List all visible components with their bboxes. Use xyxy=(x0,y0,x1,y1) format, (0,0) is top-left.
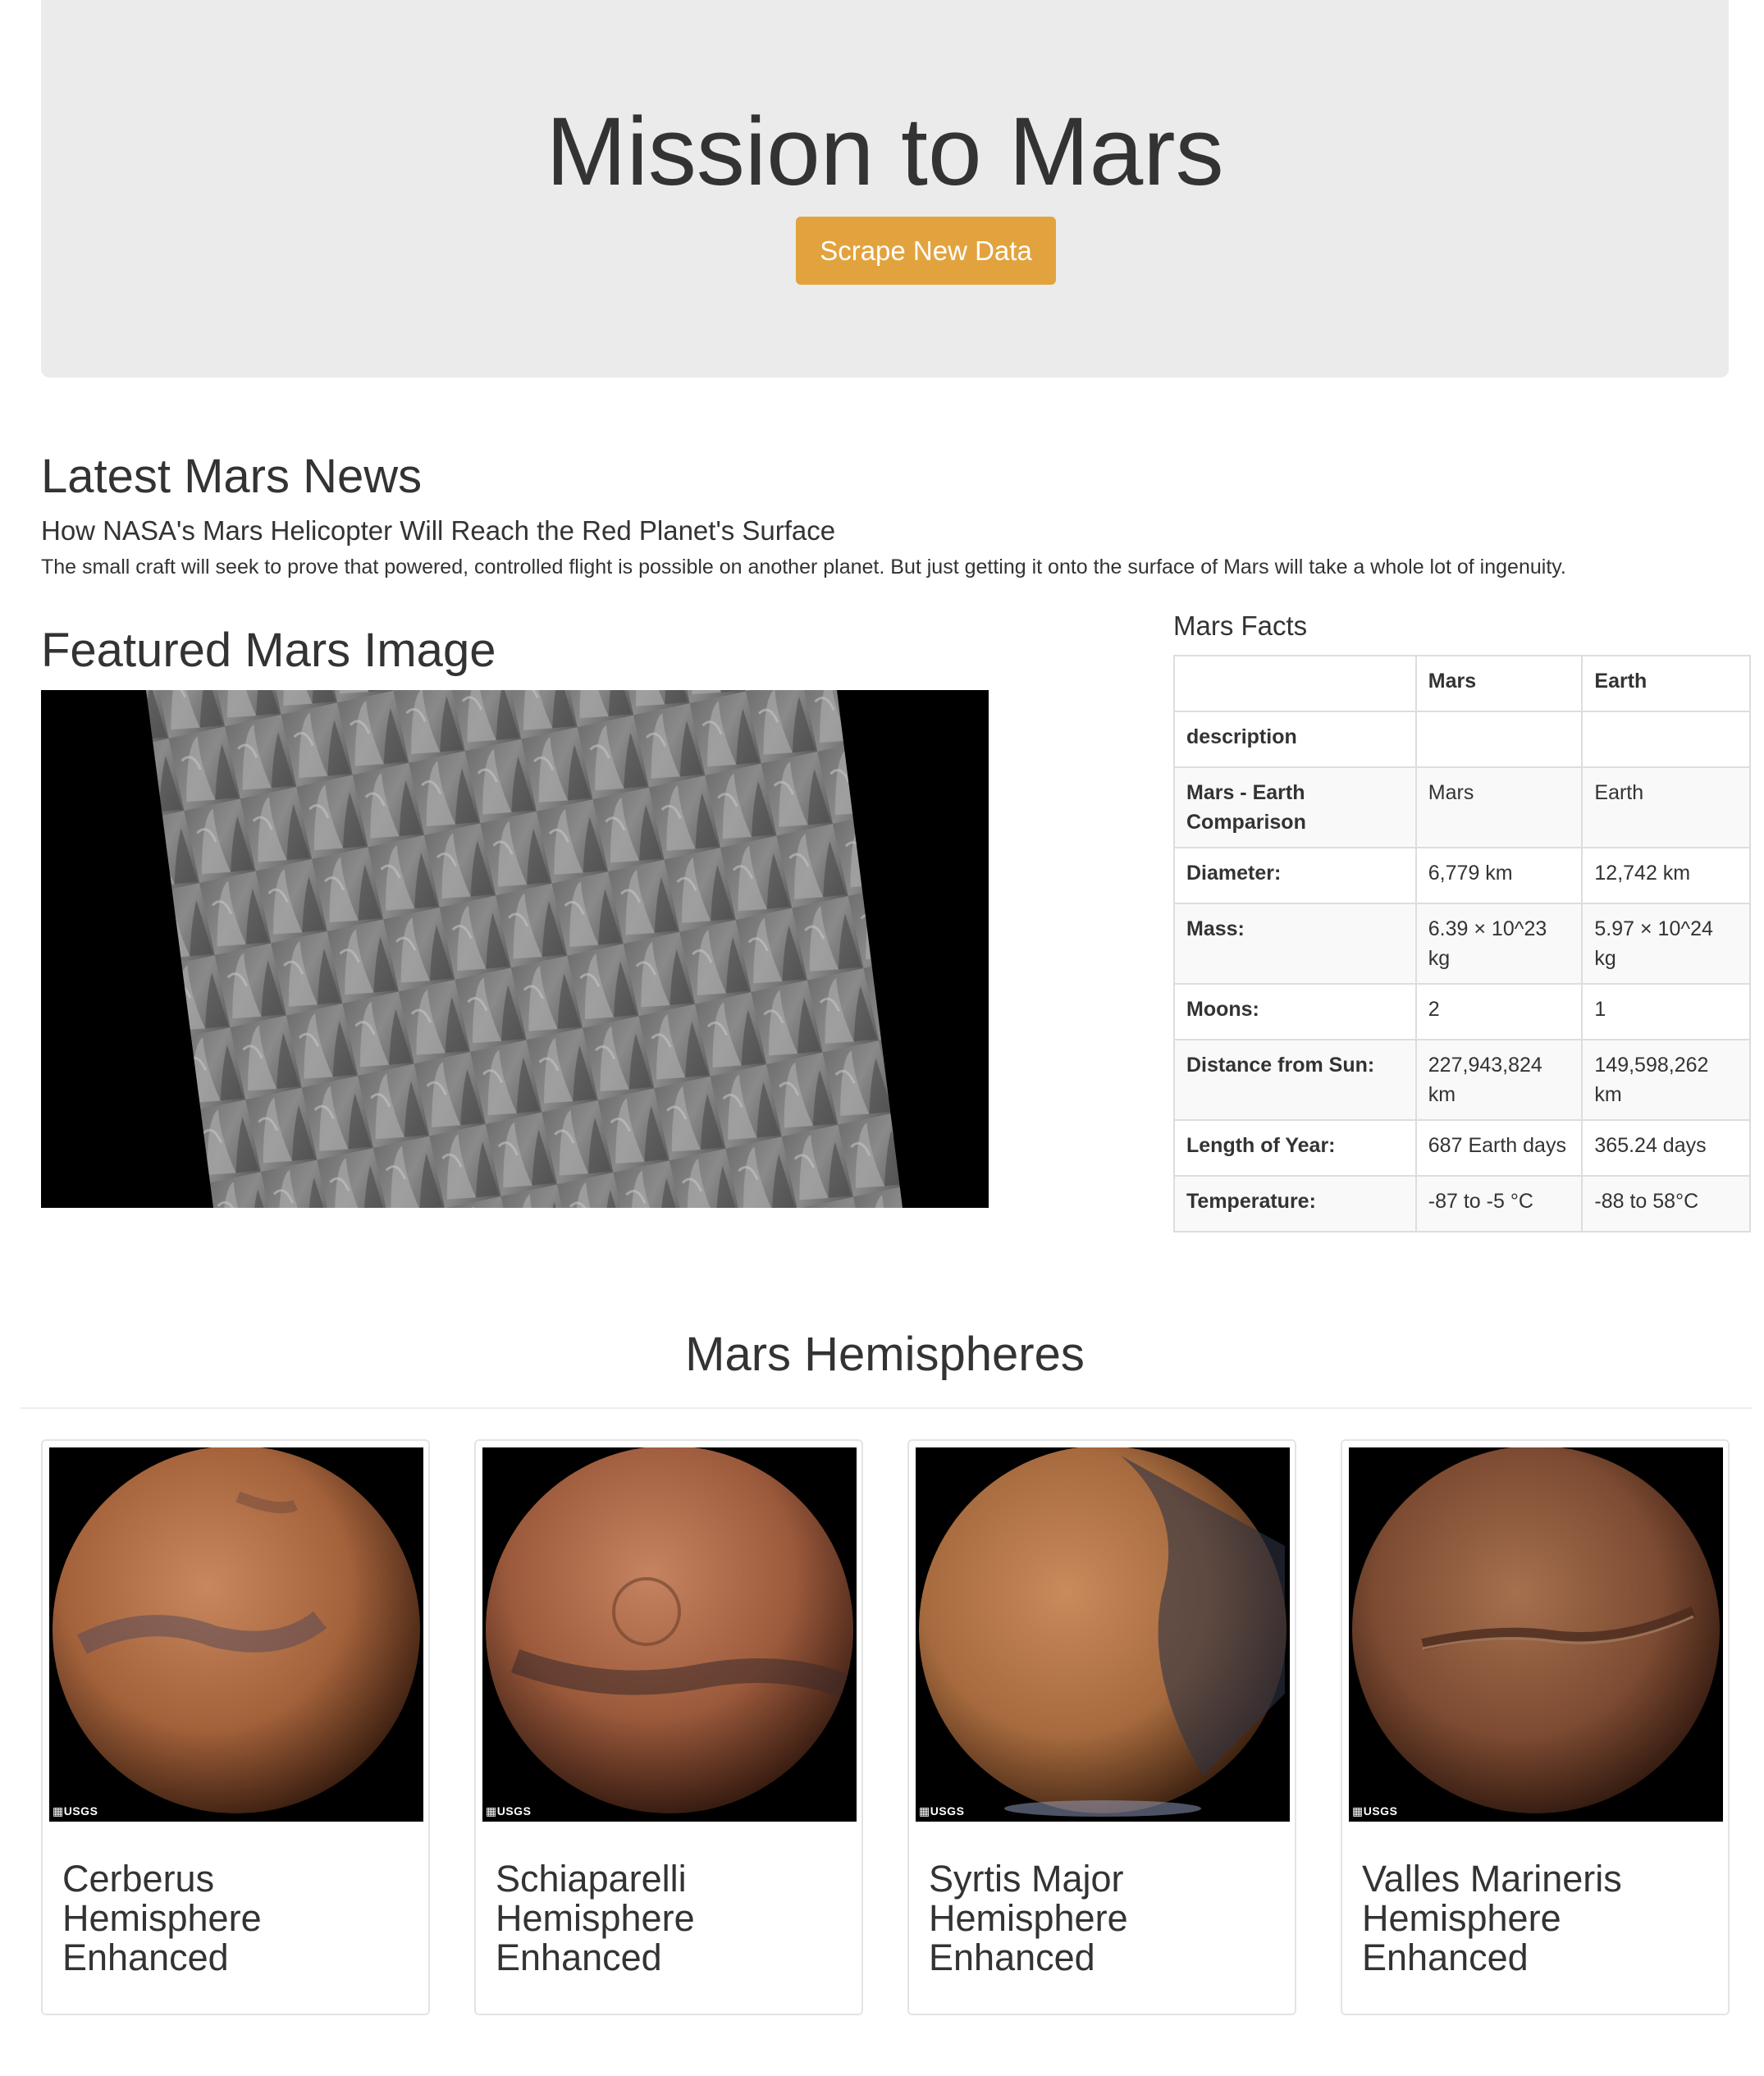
jumbotron: Mission to Mars Scrape New Data xyxy=(41,0,1729,377)
hemisphere-image-syrtis-major[interactable]: ▦USGS xyxy=(916,1447,1290,1822)
news-heading: Latest Mars News xyxy=(41,450,423,503)
row-label: Mars - Earth Comparison xyxy=(1173,766,1417,848)
mars-value: Mars xyxy=(1414,766,1583,848)
hemisphere-card-valles-marineris[interactable]: ▦USGS Valles Marineris Hemisphere Enhanc… xyxy=(1341,1439,1730,2015)
table-row: Diameter: 6,779 km 12,742 km xyxy=(1173,847,1751,904)
earth-value: -88 to 58°C xyxy=(1581,1175,1751,1232)
featured-image-heading: Featured Mars Image xyxy=(41,624,496,677)
row-label: Mass: xyxy=(1173,903,1417,985)
table-row: Length of Year: 687 Earth days 365.24 da… xyxy=(1173,1119,1751,1177)
hemisphere-title[interactable]: Schiaparelli Hemisphere Enhanced xyxy=(496,1859,840,1978)
table-header-cell: Mars xyxy=(1414,655,1583,712)
hemisphere-card-cerberus[interactable]: ▦USGS Cerberus Hemisphere Enhanced xyxy=(41,1439,430,2015)
table-row: Distance from Sun: 227,943,824 km 149,59… xyxy=(1173,1039,1751,1121)
table-header-row: Mars Earth xyxy=(1173,655,1751,712)
usgs-logo: ▦USGS xyxy=(1352,1804,1398,1818)
hemisphere-card-schiaparelli[interactable]: ▦USGS Schiaparelli Hemisphere Enhanced xyxy=(474,1439,863,2015)
hemisphere-card-syrtis-major[interactable]: ▦USGS Syrtis Major Hemisphere Enhanced xyxy=(907,1439,1296,2015)
earth-value: 5.97 × 10^24 kg xyxy=(1581,903,1751,985)
mars-value: -87 to -5 °C xyxy=(1414,1175,1583,1232)
earth-value: 149,598,262 km xyxy=(1581,1039,1751,1121)
earth-value: 1 xyxy=(1581,983,1751,1040)
mars-value: 2 xyxy=(1414,983,1583,1040)
table-header-cell xyxy=(1173,655,1417,712)
mars-value: 6.39 × 10^23 kg xyxy=(1414,903,1583,985)
news-teaser: The small craft will seek to prove that … xyxy=(41,556,1566,578)
scrape-new-data-button[interactable]: Scrape New Data xyxy=(796,217,1056,285)
earth-value: 365.24 days xyxy=(1581,1119,1751,1177)
row-label: Moons: xyxy=(1173,983,1417,1040)
hemisphere-image-cerberus[interactable]: ▦USGS xyxy=(49,1447,423,1822)
hemispheres-heading: Mars Hemispheres xyxy=(685,1328,1085,1381)
mars-value: 227,943,824 km xyxy=(1414,1039,1583,1121)
usgs-logo: ▦USGS xyxy=(53,1804,98,1818)
usgs-logo: ▦USGS xyxy=(486,1804,532,1818)
table-header-cell: Earth xyxy=(1581,655,1751,712)
table-row: Moons: 2 1 xyxy=(1173,983,1751,1040)
hemisphere-title[interactable]: Syrtis Major Hemisphere Enhanced xyxy=(929,1859,1273,1978)
mars-value xyxy=(1414,711,1583,768)
earth-value xyxy=(1581,711,1751,768)
usgs-logo: ▦USGS xyxy=(919,1804,965,1818)
row-label: description xyxy=(1173,711,1417,768)
mars-value: 687 Earth days xyxy=(1414,1119,1583,1177)
row-label: Distance from Sun: xyxy=(1173,1039,1417,1121)
earth-value: 12,742 km xyxy=(1581,847,1751,904)
section-divider xyxy=(21,1407,1752,1409)
page-title: Mission to Mars xyxy=(546,98,1224,206)
table-row: Temperature: -87 to -5 °C -88 to 58°C xyxy=(1173,1175,1751,1232)
featured-image-graphic xyxy=(41,690,989,1208)
mars-facts-table: Mars Earth description Mars - Earth Comp… xyxy=(1173,655,1751,1232)
mars-value: 6,779 km xyxy=(1414,847,1583,904)
hemisphere-title[interactable]: Valles Marineris Hemisphere Enhanced xyxy=(1362,1859,1707,1978)
hemisphere-image-schiaparelli[interactable]: ▦USGS xyxy=(482,1447,857,1822)
featured-mars-image xyxy=(41,690,989,1208)
hemisphere-title[interactable]: Cerberus Hemisphere Enhanced xyxy=(62,1859,407,1978)
row-label: Temperature: xyxy=(1173,1175,1417,1232)
facts-heading: Mars Facts xyxy=(1173,610,1308,641)
row-label: Length of Year: xyxy=(1173,1119,1417,1177)
table-row: description xyxy=(1173,711,1751,768)
table-row: Mars - Earth Comparison Mars Earth xyxy=(1173,766,1751,848)
earth-value: Earth xyxy=(1581,766,1751,848)
hemisphere-image-valles-marineris[interactable]: ▦USGS xyxy=(1349,1447,1723,1822)
row-label: Diameter: xyxy=(1173,847,1417,904)
table-row: Mass: 6.39 × 10^23 kg 5.97 × 10^24 kg xyxy=(1173,903,1751,985)
news-title: How NASA's Mars Helicopter Will Reach th… xyxy=(41,515,836,546)
